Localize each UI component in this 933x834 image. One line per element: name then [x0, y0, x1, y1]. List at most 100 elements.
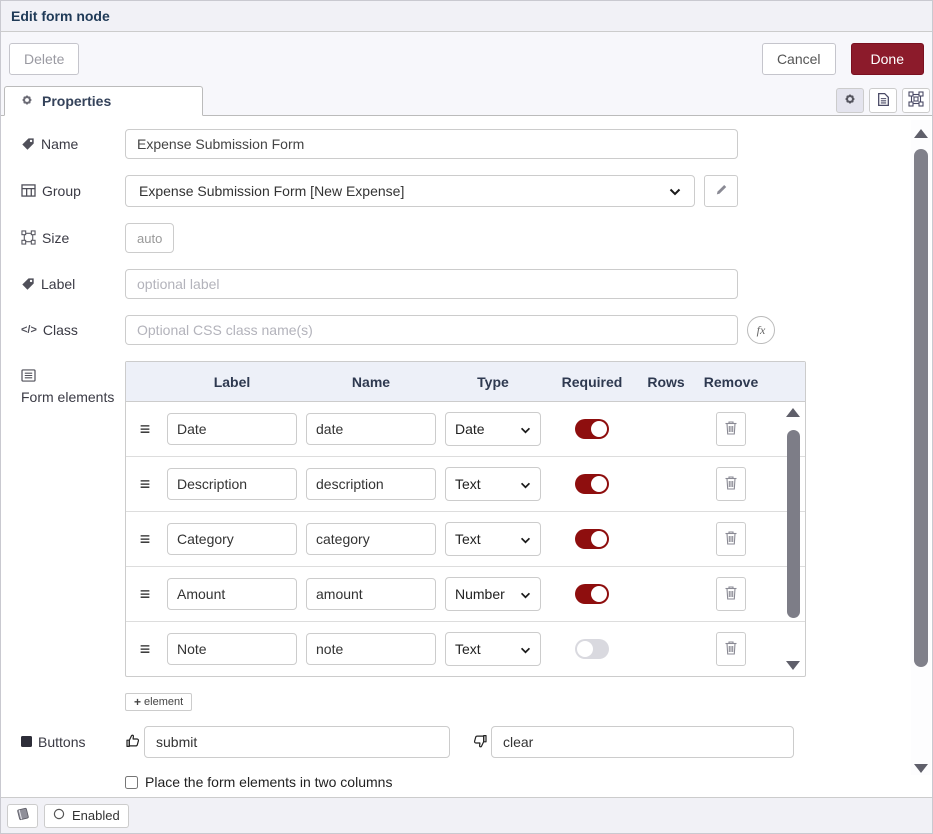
size-label: Size	[21, 229, 125, 248]
done-button[interactable]: Done	[851, 43, 924, 75]
required-toggle[interactable]	[575, 529, 609, 549]
table-scrollbar[interactable]	[785, 408, 801, 670]
gear-icon	[20, 93, 34, 110]
dynamic-class-button[interactable]: fx	[747, 316, 775, 344]
description-tab-button[interactable]	[869, 88, 897, 113]
element-type-select[interactable]: Text	[445, 522, 541, 556]
properties-panel: Name Group Expense Submission Form [New …	[1, 116, 932, 797]
form-elements-header: Label Name Type Required Rows Remove	[126, 362, 805, 402]
cancel-button[interactable]: Cancel	[762, 43, 836, 75]
element-type-select[interactable]: Date	[445, 412, 541, 446]
buttons-label: Buttons	[21, 733, 125, 752]
drag-handle-icon[interactable]: ≡	[132, 474, 158, 495]
properties-tab-button[interactable]	[836, 88, 864, 113]
tab-properties[interactable]: Properties	[4, 86, 203, 116]
drag-handle-icon[interactable]: ≡	[132, 639, 158, 660]
two-columns-checkbox[interactable]	[125, 776, 138, 789]
scroll-up-arrow[interactable]	[914, 129, 928, 138]
enabled-label: Enabled	[72, 808, 120, 823]
element-label-input[interactable]	[167, 413, 297, 445]
col-rows: Rows	[643, 374, 689, 390]
clear-label-input[interactable]	[491, 726, 794, 758]
circle-icon	[53, 808, 65, 823]
scroll-up-arrow[interactable]	[786, 408, 800, 417]
submit-button-field	[125, 726, 450, 758]
element-type-value: Text	[455, 641, 481, 657]
table-scrollbar-thumb[interactable]	[787, 430, 800, 618]
book-icon	[15, 807, 31, 824]
trash-icon	[724, 640, 738, 659]
class-row: </> Class fx	[21, 315, 932, 345]
element-type-select[interactable]: Text	[445, 467, 541, 501]
col-type: Type	[445, 374, 541, 390]
chevron-down-icon	[520, 476, 531, 492]
group-row: Group Expense Submission Form [New Expen…	[21, 175, 932, 207]
delete-element-button[interactable]	[716, 632, 746, 666]
form-elements-row: Form elements Label Name Type Required R…	[21, 361, 932, 677]
required-toggle[interactable]	[575, 584, 609, 604]
code-icon: </>	[21, 323, 37, 338]
submit-label-input[interactable]	[144, 726, 450, 758]
drag-handle-icon[interactable]: ≡	[132, 419, 158, 440]
form-elements-body: ≡ Date ≡ Text	[126, 402, 805, 676]
required-toggle[interactable]	[575, 474, 609, 494]
element-name-input[interactable]	[306, 413, 436, 445]
delete-button[interactable]: Delete	[9, 43, 79, 75]
tab-bar: Properties	[1, 85, 932, 116]
delete-element-button[interactable]	[716, 522, 746, 556]
trash-icon	[724, 420, 738, 439]
class-input[interactable]	[125, 315, 738, 345]
element-name-input[interactable]	[306, 523, 436, 555]
scroll-down-arrow[interactable]	[914, 764, 928, 773]
fx-icon: fx	[757, 323, 766, 338]
edit-group-button[interactable]	[704, 175, 738, 207]
square-icon	[21, 736, 32, 747]
main-scrollbar[interactable]	[911, 120, 931, 775]
form-element-row: ≡ Number	[126, 567, 805, 622]
element-label-input[interactable]	[167, 523, 297, 555]
element-name-input[interactable]	[306, 633, 436, 665]
docs-button[interactable]	[7, 804, 38, 828]
name-input[interactable]	[125, 129, 738, 159]
two-columns-row: Place the form elements in two columns	[125, 774, 932, 790]
element-name-input[interactable]	[306, 468, 436, 500]
delete-element-button[interactable]	[716, 467, 746, 501]
element-type-select[interactable]: Text	[445, 632, 541, 666]
element-label-input[interactable]	[167, 633, 297, 665]
appearance-tab-button[interactable]	[902, 88, 930, 113]
add-element-button[interactable]: +element	[125, 693, 192, 711]
size-row: Size auto	[21, 223, 932, 253]
element-type-value: Number	[455, 586, 505, 602]
group-select[interactable]: Expense Submission Form [New Expense]	[125, 175, 695, 207]
drag-handle-icon[interactable]: ≡	[132, 529, 158, 550]
element-type-value: Date	[455, 421, 485, 437]
size-button[interactable]: auto	[125, 223, 174, 253]
element-label-input[interactable]	[167, 468, 297, 500]
form-elements-label: Form elements	[21, 369, 125, 407]
thumbs-up-icon	[125, 733, 141, 752]
element-label-input[interactable]	[167, 578, 297, 610]
element-name-input[interactable]	[306, 578, 436, 610]
required-toggle[interactable]	[575, 639, 609, 659]
dialog-title-bar: Edit form node	[1, 1, 932, 32]
tab-properties-label: Properties	[42, 93, 111, 109]
plus-icon: +	[134, 695, 141, 709]
tag-icon	[21, 137, 35, 151]
element-type-value: Text	[455, 531, 481, 547]
name-row: Name	[21, 129, 932, 159]
label-input[interactable]	[125, 269, 738, 299]
delete-element-button[interactable]	[716, 412, 746, 446]
col-required: Required	[550, 374, 634, 390]
scroll-down-arrow[interactable]	[786, 661, 800, 670]
element-type-select[interactable]: Number	[445, 577, 541, 611]
drag-handle-icon[interactable]: ≡	[132, 584, 158, 605]
main-scrollbar-thumb[interactable]	[914, 149, 928, 667]
enabled-toggle-button[interactable]: Enabled	[44, 804, 129, 828]
gear-icon	[843, 92, 857, 109]
group-select-value: Expense Submission Form [New Expense]	[139, 183, 404, 199]
form-element-row: ≡ Text	[126, 622, 805, 676]
required-toggle[interactable]	[575, 419, 609, 439]
tab-actions	[836, 88, 930, 113]
chevron-down-icon	[520, 641, 531, 657]
delete-element-button[interactable]	[716, 577, 746, 611]
